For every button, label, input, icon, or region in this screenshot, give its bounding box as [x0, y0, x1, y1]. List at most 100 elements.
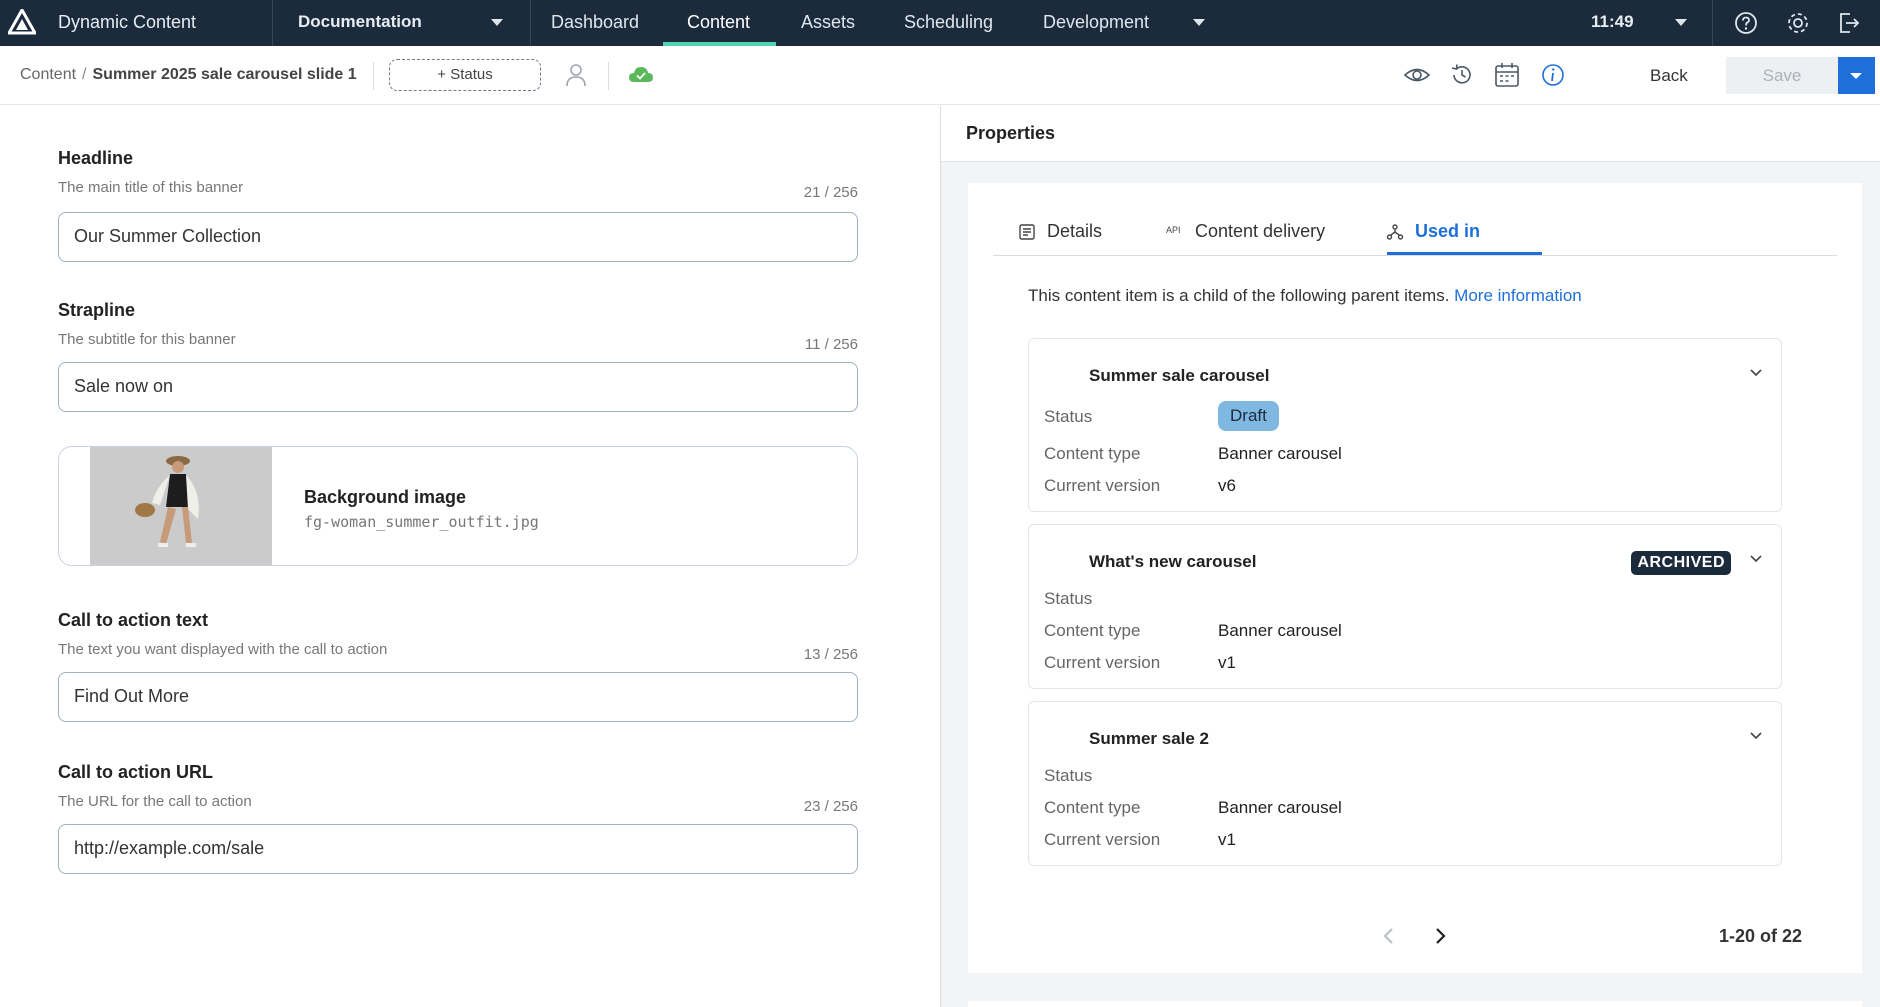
field-label: Call to action text [58, 610, 209, 630]
nav-tab-content[interactable]: Content [687, 12, 750, 33]
nav-tab-dashboard[interactable]: Dashboard [551, 12, 639, 33]
parent-item-name[interactable]: Summer sale 2 [1089, 729, 1209, 749]
parent-item-name[interactable]: What's new carousel [1089, 552, 1256, 572]
current-version-value: v1 [1218, 830, 1236, 849]
field-description: The subtitle for this banner [58, 331, 236, 348]
toolbar-divider [608, 62, 609, 90]
active-tab-indicator [1387, 252, 1542, 255]
status-label: Status [1044, 407, 1093, 426]
field-label: Strapline [58, 300, 136, 320]
image-field-label: Background image [304, 487, 467, 507]
nav-divider [1712, 0, 1713, 46]
nav-tab-scheduling[interactable]: Scheduling [904, 12, 993, 33]
status-label: Status [1044, 766, 1093, 785]
breadcrumb-separator: / [82, 66, 87, 83]
history-icon[interactable] [1448, 61, 1476, 89]
field-label: Call to action URL [58, 762, 214, 782]
chevron-left-icon[interactable] [1379, 926, 1399, 946]
chevron-right-icon[interactable] [1430, 926, 1450, 946]
current-version-label: Current version [1044, 476, 1161, 495]
chevron-down-icon[interactable] [1749, 728, 1763, 742]
current-version-label: Current version [1044, 653, 1161, 672]
current-version-label: Current version [1044, 830, 1161, 849]
current-version-value: v1 [1218, 653, 1236, 672]
content-type-label: Content type [1044, 444, 1141, 463]
headline-field: Headline The main title of this banner 2… [58, 148, 858, 262]
used-in-intro: This content item is a child of the foll… [1028, 286, 1582, 306]
content-type-label: Content type [1044, 798, 1141, 817]
status-badge: Draft [1218, 401, 1279, 431]
panel-footer [968, 1001, 1862, 1007]
content-type-value: Banner carousel [1218, 444, 1342, 463]
gear-icon[interactable] [1785, 10, 1811, 36]
character-count: 11 / 256 [804, 336, 858, 353]
nav-divider [272, 0, 273, 46]
parent-item-name[interactable]: Summer sale carousel [1089, 366, 1269, 386]
content-form: Headline The main title of this banner 2… [0, 106, 940, 1007]
character-count: 21 / 256 [803, 184, 858, 201]
parent-item[interactable]: What's new carousel ARCHIVED Status Cont… [1028, 524, 1782, 689]
content-type-value: Banner carousel [1218, 798, 1342, 817]
chevron-down-icon[interactable] [1749, 551, 1763, 565]
hierarchy-icon [1386, 224, 1404, 240]
api-icon: API [1166, 225, 1181, 235]
save-button[interactable]: Save [1726, 57, 1838, 94]
parent-items-list: Summer sale carousel Status Draft Conten… [1028, 338, 1802, 878]
field-description: The main title of this banner [58, 179, 244, 196]
logout-icon[interactable] [1836, 10, 1862, 36]
chevron-down-icon[interactable] [491, 19, 503, 26]
save-options-button[interactable] [1838, 57, 1875, 94]
tab-content-delivery[interactable]: Content delivery [1195, 221, 1325, 242]
character-count: 13 / 256 [803, 646, 858, 663]
parent-item[interactable]: Summer sale 2 Status Content type Banner… [1028, 701, 1782, 866]
pagination-range: 1-20 of 22 [1718, 926, 1802, 946]
add-status-button[interactable]: + Status [389, 59, 541, 91]
calendar-icon[interactable] [1493, 61, 1521, 89]
status-label: Status [1044, 589, 1093, 608]
toolbar-divider [373, 62, 374, 90]
properties-card: Details API Content delivery Used in Thi… [968, 183, 1862, 973]
app-name: Dynamic Content [58, 12, 197, 32]
current-version-value: v6 [1218, 476, 1236, 495]
chevron-down-icon[interactable] [1749, 365, 1763, 379]
top-nav: Dynamic Content Documentation Dashboard … [0, 0, 1880, 46]
chevron-down-icon[interactable] [1193, 19, 1205, 26]
background-image-card[interactable]: Background image fg-woman_summer_outfit.… [58, 446, 858, 566]
headline-input[interactable]: Our Summer Collection [58, 212, 858, 262]
chevron-down-icon[interactable] [1675, 19, 1687, 26]
background-image-thumbnail[interactable] [90, 447, 272, 566]
info-icon[interactable] [1539, 61, 1567, 89]
strapline-field: Strapline The subtitle for this banner 1… [58, 300, 858, 412]
tab-details[interactable]: Details [1047, 221, 1102, 242]
document-icon [1019, 224, 1035, 240]
project-selector[interactable]: Documentation [298, 12, 422, 32]
preview-eye-icon[interactable] [1403, 61, 1431, 89]
more-information-link[interactable]: More information [1454, 286, 1582, 305]
strapline-input[interactable]: Sale now on [58, 362, 858, 412]
parent-item[interactable]: Summer sale carousel Status Draft Conten… [1028, 338, 1782, 512]
properties-tabs: Details API Content delivery Used in [993, 183, 1837, 256]
archived-badge: ARCHIVED [1631, 551, 1731, 575]
breadcrumb: Content / Summer 2025 sale carousel slide … [20, 66, 357, 84]
app-logo-icon[interactable] [8, 9, 36, 35]
properties-panel: Properties Details API Content delivery … [941, 106, 1880, 1007]
content-type-label: Content type [1044, 621, 1141, 640]
cta-url-field: Call to action URL The URL for the call … [58, 762, 858, 874]
intro-text: This content item is a child of the foll… [1028, 286, 1450, 305]
chevron-down-icon [1850, 73, 1862, 79]
field-description: The text you want displayed with the cal… [58, 641, 388, 658]
cloud-saved-icon [629, 67, 653, 82]
back-button[interactable]: Back [1650, 66, 1688, 86]
help-icon[interactable] [1733, 10, 1759, 36]
tab-used-in[interactable]: Used in [1415, 221, 1480, 242]
nav-tab-development[interactable]: Development [1043, 12, 1149, 33]
nav-tab-assets[interactable]: Assets [801, 12, 855, 33]
clock: 11:49 [1591, 12, 1634, 31]
field-label: Headline [58, 148, 134, 168]
assignee-icon[interactable] [562, 61, 590, 89]
properties-header: Properties [941, 106, 1880, 162]
breadcrumb-root[interactable]: Content [20, 66, 76, 83]
cta-text-input[interactable]: Find Out More [58, 672, 858, 722]
cta-url-input[interactable]: http://example.com/sale [58, 824, 858, 874]
image-filename: fg-woman_summer_outfit.jpg [304, 513, 539, 531]
